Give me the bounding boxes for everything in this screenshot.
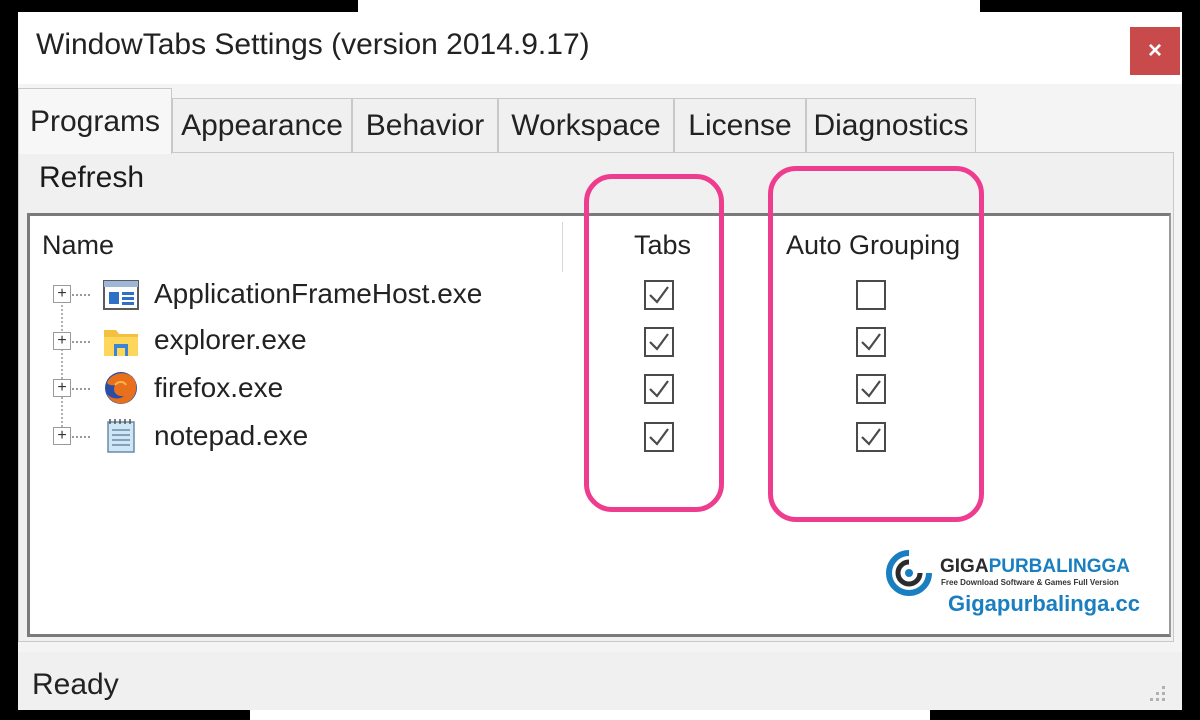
notepad-icon bbox=[107, 419, 135, 453]
tree-branch bbox=[72, 436, 90, 438]
list-item-name[interactable]: notepad.exe bbox=[154, 420, 308, 452]
watermark-logo-icon bbox=[886, 550, 932, 596]
expand-toggle[interactable]: + bbox=[53, 379, 71, 397]
auto-grouping-column-highlight bbox=[768, 166, 984, 522]
watermark-url: Gigapurbalinga.cc bbox=[948, 591, 1140, 616]
tab-behavior[interactable]: Behavior bbox=[352, 98, 498, 152]
list-item-name[interactable]: explorer.exe bbox=[154, 324, 307, 356]
tree-branch bbox=[72, 388, 90, 390]
list-item-name[interactable]: ApplicationFrameHost.exe bbox=[154, 278, 482, 310]
tab-diagnostics[interactable]: Diagnostics bbox=[806, 98, 976, 152]
expand-toggle[interactable]: + bbox=[53, 285, 71, 303]
frame-right bbox=[1182, 0, 1200, 720]
watermark-brand-left: GIGA bbox=[940, 556, 989, 577]
status-text: Ready bbox=[32, 668, 119, 701]
tree-branch bbox=[72, 294, 90, 296]
tab-license[interactable]: License bbox=[674, 98, 806, 152]
refresh-button[interactable]: Refresh bbox=[39, 161, 144, 195]
column-header-name[interactable]: Name bbox=[42, 230, 114, 261]
column-divider[interactable] bbox=[562, 222, 563, 272]
tree-branch bbox=[72, 341, 90, 343]
settings-window: WindowTabs Settings (version 2014.9.17) … bbox=[18, 12, 1182, 710]
expand-toggle[interactable]: + bbox=[53, 332, 71, 350]
list-item-name[interactable]: firefox.exe bbox=[154, 372, 283, 404]
tab-programs[interactable]: Programs bbox=[18, 88, 172, 154]
window-title: WindowTabs Settings (version 2014.9.17) bbox=[36, 28, 590, 61]
tree-connector-line bbox=[61, 294, 63, 438]
folder-icon bbox=[104, 330, 138, 356]
frame-top-right bbox=[980, 0, 1200, 12]
frame-left bbox=[0, 0, 18, 720]
resize-grip-icon[interactable] bbox=[1144, 680, 1168, 704]
watermark-brand: GIGAPURBALINGGA bbox=[940, 556, 1130, 578]
app-frame-icon bbox=[103, 280, 139, 310]
close-button[interactable]: × bbox=[1130, 27, 1180, 75]
tab-workspace[interactable]: Workspace bbox=[498, 98, 674, 152]
watermark-brand-right: PURBALINGGA bbox=[988, 556, 1131, 577]
watermark-tagline: Free Download Software & Games Full Vers… bbox=[941, 578, 1119, 587]
frame-bottom-left bbox=[0, 710, 250, 720]
expand-toggle[interactable]: + bbox=[53, 427, 71, 445]
status-bar: Ready bbox=[18, 652, 1182, 710]
tab-strip: Programs Appearance Behavior Workspace L… bbox=[18, 88, 1182, 154]
tab-appearance[interactable]: Appearance bbox=[172, 98, 352, 152]
firefox-icon bbox=[105, 372, 137, 404]
title-bar[interactable]: WindowTabs Settings (version 2014.9.17) … bbox=[18, 12, 1182, 84]
tabs-column-highlight bbox=[584, 174, 724, 512]
frame-top-left bbox=[0, 0, 358, 12]
